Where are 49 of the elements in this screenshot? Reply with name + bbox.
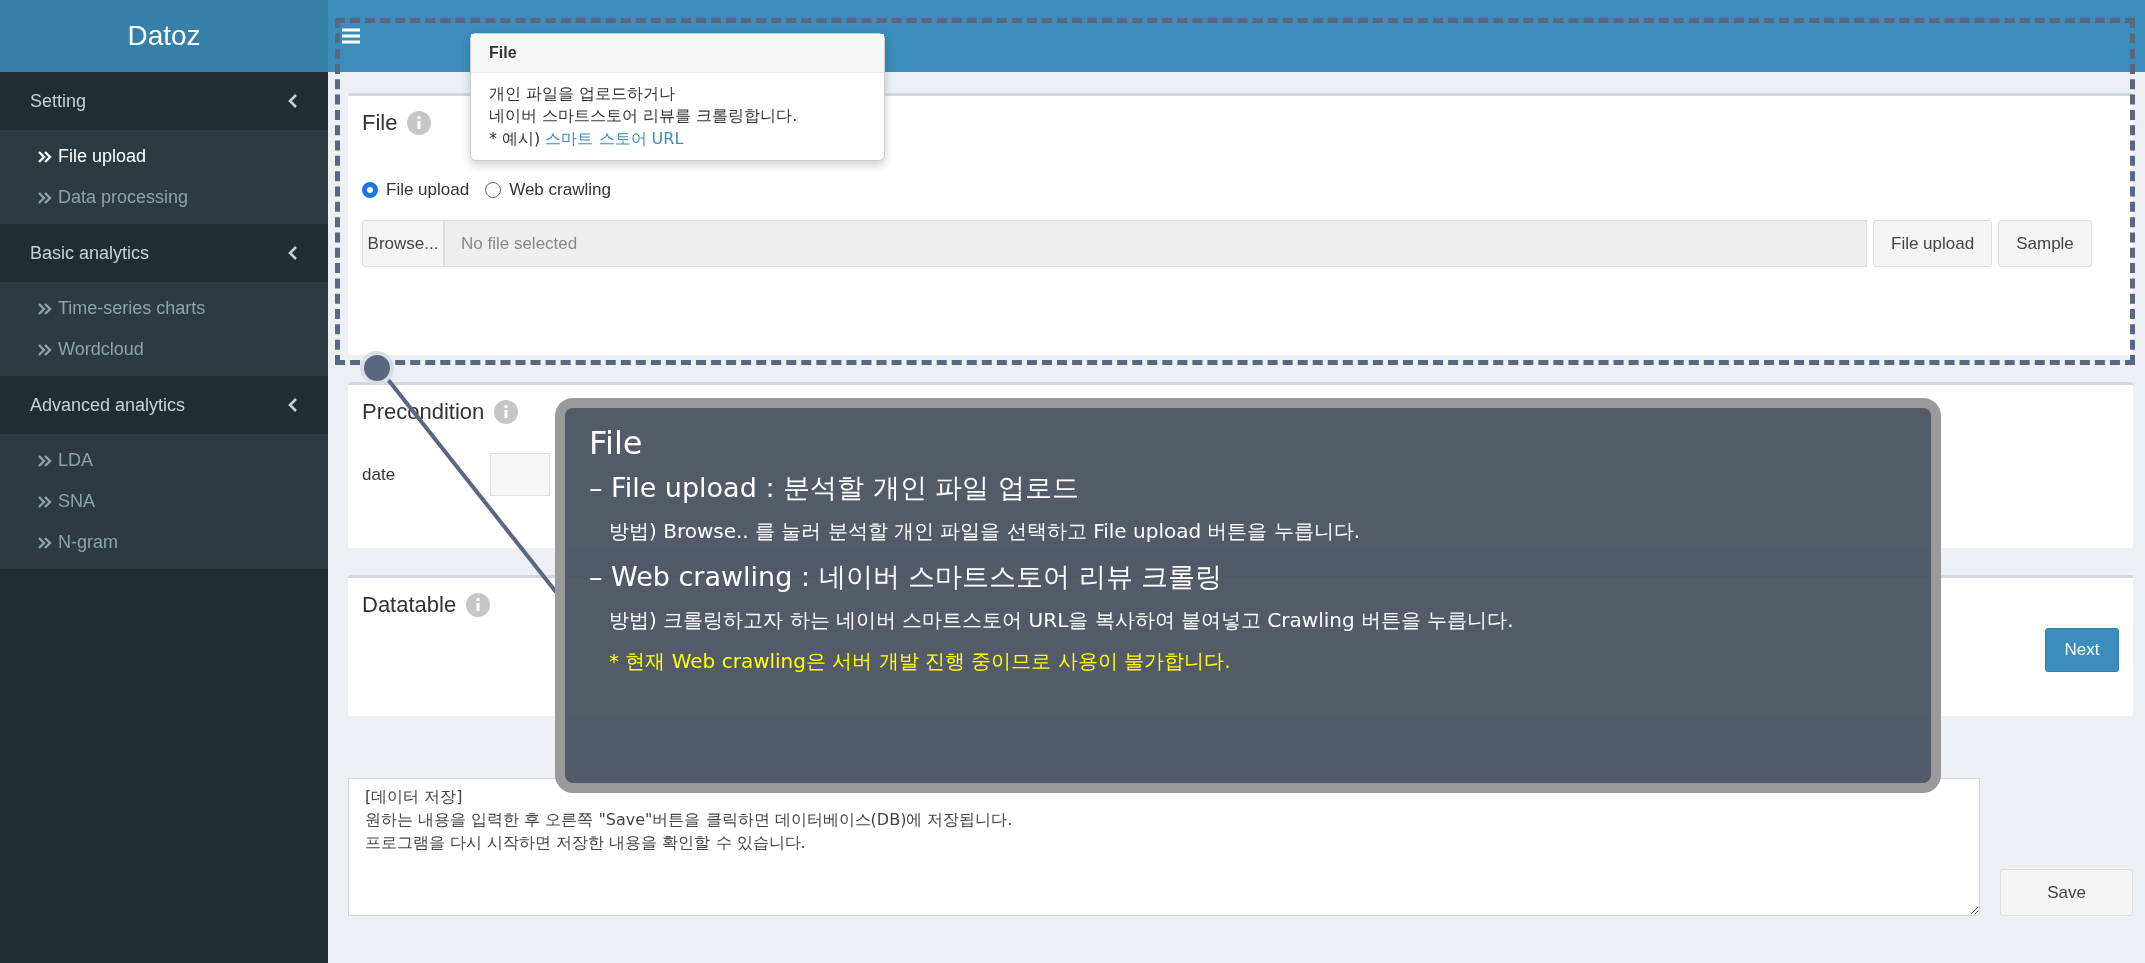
radio-option[interactable]: File upload: [362, 180, 470, 200]
box-title: Datatable: [362, 592, 457, 618]
radio-option[interactable]: Web crawling: [485, 180, 611, 200]
tooltip-text: * 예시): [489, 128, 542, 148]
tooltip-title: File: [471, 34, 884, 73]
guide-heading: – Web crawling : 네이버 스마트스토어 리뷰 크롤링: [589, 560, 1224, 594]
double-chevron-icon: [38, 342, 52, 357]
sidebar-item[interactable]: Time-series charts: [0, 288, 328, 329]
notes-field[interactable]: [데이터 저장] 원하는 내용을 입력한 후 오른쪽 "Save"버튼을 클릭하면 데이터베이스(DB)에 저장됩니다. 프로그램을 다시 시작하면 저장한 내용을 확인할 수 있습니다.: [348, 778, 1980, 916]
guide-heading: – File upload : 분석할 개인 파일 업로드: [589, 471, 1080, 505]
guide-text: 방법) Browse.. 를 눌러 분석할 개인 파일을 선택하고 File upload 버튼을 누릅니다.: [608, 518, 1362, 545]
double-chevron-icon: [38, 453, 52, 468]
info-icon[interactable]: [466, 593, 491, 617]
browse-button[interactable]: Browse...: [362, 220, 444, 267]
double-chevron-icon: [38, 149, 52, 164]
sidebar-group[interactable]: Setting: [0, 72, 328, 130]
guide-text: 방법) 크롤링하고자 하는 네이버 스마트스토어 URL을 복사하여 붙여넣고 Crawling 버튼을 누릅니다.: [608, 607, 1515, 634]
sidebar-item[interactable]: LDA: [0, 440, 328, 481]
tooltip-text: 네이버 스마트스토어 리뷰를 크롤링합니다.: [489, 105, 799, 128]
app-logo[interactable]: Datoz: [0, 0, 328, 72]
file-field[interactable]: No file selected: [444, 220, 1867, 267]
box-title: File: [362, 110, 398, 136]
sidebar-item[interactable]: File upload: [0, 136, 328, 177]
guide-title: File: [589, 424, 644, 462]
sidebar-item[interactable]: N-gram: [0, 522, 328, 563]
example-link[interactable]: 스마트 스토어 URL: [545, 128, 684, 148]
sidebar-item[interactable]: Wordcloud: [0, 329, 328, 370]
info-icon[interactable]: [494, 400, 519, 424]
tooltip-text: 개인 파일을 업로드하거나: [489, 83, 677, 105]
select-field[interactable]: [490, 453, 550, 496]
info-icon[interactable]: [407, 111, 432, 135]
action-button[interactable]: File upload: [1873, 220, 1993, 267]
sidebar-item[interactable]: Data processing: [0, 177, 328, 218]
field-label: date: [362, 464, 397, 485]
chevron-icon: [288, 93, 298, 109]
sidebar-group[interactable]: Basic analytics: [0, 224, 328, 282]
save-button[interactable]: Save: [2000, 869, 2133, 916]
menu-icon[interactable]: [342, 28, 360, 44]
action-button[interactable]: Sample: [1998, 220, 2092, 267]
sidebar-item[interactable]: SNA: [0, 481, 328, 522]
guide-warning: * 현재 Web crawling은 서버 개발 진행 중이므로 사용이 불가합니다.: [608, 648, 1232, 675]
chevron-icon: [288, 245, 298, 261]
double-chevron-icon: [38, 301, 52, 316]
double-chevron-icon: [38, 535, 52, 550]
sidebar-group[interactable]: Advanced analytics: [0, 376, 328, 434]
chevron-icon: [288, 397, 298, 413]
next-button[interactable]: Next: [2045, 628, 2119, 672]
double-chevron-icon: [38, 190, 52, 205]
double-chevron-icon: [38, 494, 52, 509]
